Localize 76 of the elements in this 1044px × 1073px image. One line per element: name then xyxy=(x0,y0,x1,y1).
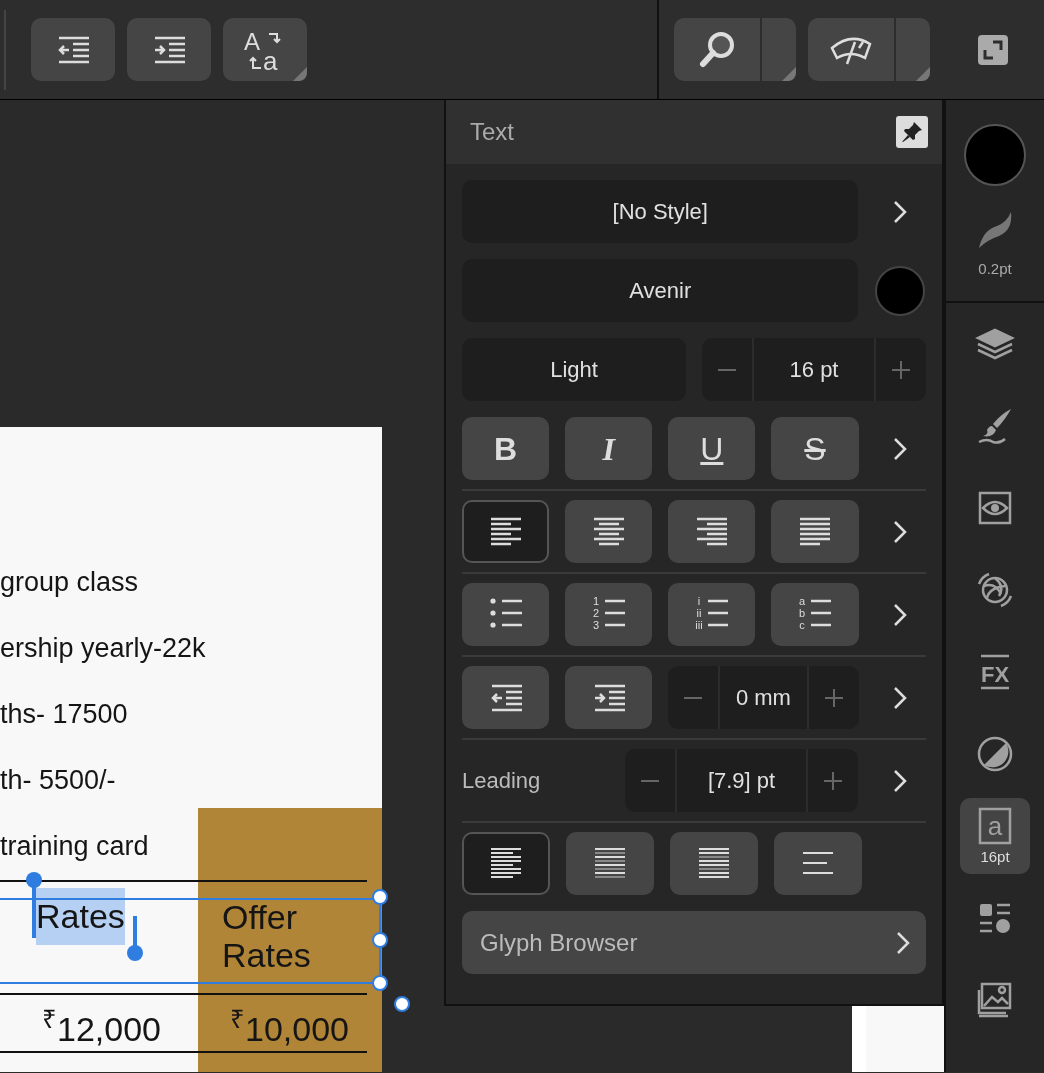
outdent-button[interactable] xyxy=(462,666,550,729)
table-cell-text: $^{₹}$10,000 xyxy=(230,1004,349,1050)
layers-icon[interactable] xyxy=(975,326,1015,361)
minus-icon xyxy=(684,695,703,700)
body-text-line: ths- 17500 xyxy=(0,698,129,731)
search-icon xyxy=(697,29,737,70)
align-justify-button[interactable] xyxy=(771,500,859,563)
body-text-line: group class xyxy=(0,566,140,599)
chevron-right-icon[interactable] xyxy=(893,436,908,461)
resize-handle[interactable] xyxy=(372,975,388,991)
change-case-button[interactable]: A a xyxy=(223,18,307,81)
chevron-right-icon[interactable] xyxy=(893,602,908,627)
chevron-right-icon[interactable] xyxy=(896,930,910,955)
body-text-line: training card xyxy=(0,830,150,863)
zoom-button[interactable] xyxy=(674,18,760,81)
align-center-button[interactable] xyxy=(565,500,653,563)
align-left-button[interactable] xyxy=(462,500,550,563)
font-size-value: 16 pt xyxy=(788,356,840,384)
align-justify-icon xyxy=(798,516,832,547)
fullscreen-icon[interactable] xyxy=(978,34,1008,65)
paragraph-lines-icon xyxy=(489,846,523,881)
pin-button[interactable] xyxy=(896,116,928,148)
italic-button[interactable]: I xyxy=(565,417,653,480)
resize-handle[interactable] xyxy=(372,889,388,905)
paragraph-lines-icon xyxy=(697,846,731,881)
plus-icon xyxy=(824,771,843,790)
glyph-browser-button[interactable]: Glyph Browser xyxy=(462,911,926,974)
number-list-button[interactable]: 1 2 3 xyxy=(565,583,653,646)
paragraph-layout-button[interactable] xyxy=(670,832,758,895)
table-header: Offer Rates xyxy=(222,898,312,974)
panel-title: Text xyxy=(470,117,514,147)
resize-handle[interactable] xyxy=(372,932,388,948)
align-right-icon xyxy=(694,516,729,547)
character-panel-button[interactable]: a 16pt xyxy=(960,797,1030,874)
underline-button[interactable]: U xyxy=(668,417,756,480)
plus-icon xyxy=(824,688,843,707)
minus-icon xyxy=(718,367,737,372)
indent-value: 0 mm xyxy=(734,684,792,712)
stroke-width-label: 0.2pt xyxy=(978,259,1012,279)
body-text-line: th- 5500/- xyxy=(0,764,117,797)
indent-button[interactable] xyxy=(127,18,211,81)
font-family-dropdown[interactable]: Avenir xyxy=(462,259,859,322)
outdent-button[interactable] xyxy=(31,18,115,81)
text-selection-handle[interactable] xyxy=(126,916,144,962)
image-stack-icon[interactable] xyxy=(976,980,1014,1019)
align-left-icon xyxy=(488,516,523,547)
paragraph-layout-button[interactable] xyxy=(462,832,550,895)
paragraph-style-dropdown[interactable]: [No Style] xyxy=(462,180,859,243)
table-header: Rates xyxy=(36,888,125,945)
plus-icon xyxy=(892,360,910,379)
leading-value: [7.9] pt xyxy=(706,767,777,795)
strike-button[interactable]: S xyxy=(771,417,859,480)
minus-icon xyxy=(640,778,659,783)
bold-button[interactable]: B xyxy=(462,417,550,480)
eye-icon[interactable] xyxy=(977,489,1013,526)
bullet-list-button[interactable] xyxy=(462,583,550,646)
text-frame-icon: a xyxy=(978,807,1012,845)
font-weight-dropdown[interactable]: Light xyxy=(462,338,687,401)
leading-label: Leading xyxy=(462,767,542,795)
paragraph-layout-button[interactable] xyxy=(774,832,862,895)
table-cell-text: $^{₹}$12,000 xyxy=(42,1004,161,1050)
paragraph-lines-icon xyxy=(593,846,627,881)
pin-icon xyxy=(900,120,924,144)
paragraph-layout-button[interactable] xyxy=(566,832,654,895)
chevron-right-icon[interactable] xyxy=(893,519,908,544)
chevron-right-icon[interactable] xyxy=(893,199,908,224)
alpha-list-button[interactable]: a b c xyxy=(771,583,859,646)
roman-list-button[interactable]: i ii iii xyxy=(668,583,756,646)
align-right-button[interactable] xyxy=(668,500,756,563)
resize-handle[interactable] xyxy=(394,996,410,1012)
view-button[interactable] xyxy=(808,18,894,81)
body-text-line: ership yearly-22k xyxy=(0,632,206,665)
chevron-right-icon[interactable] xyxy=(893,685,908,710)
indent-button[interactable] xyxy=(565,666,653,729)
align-center-icon xyxy=(591,516,626,547)
chevron-right-icon[interactable] xyxy=(893,768,908,793)
